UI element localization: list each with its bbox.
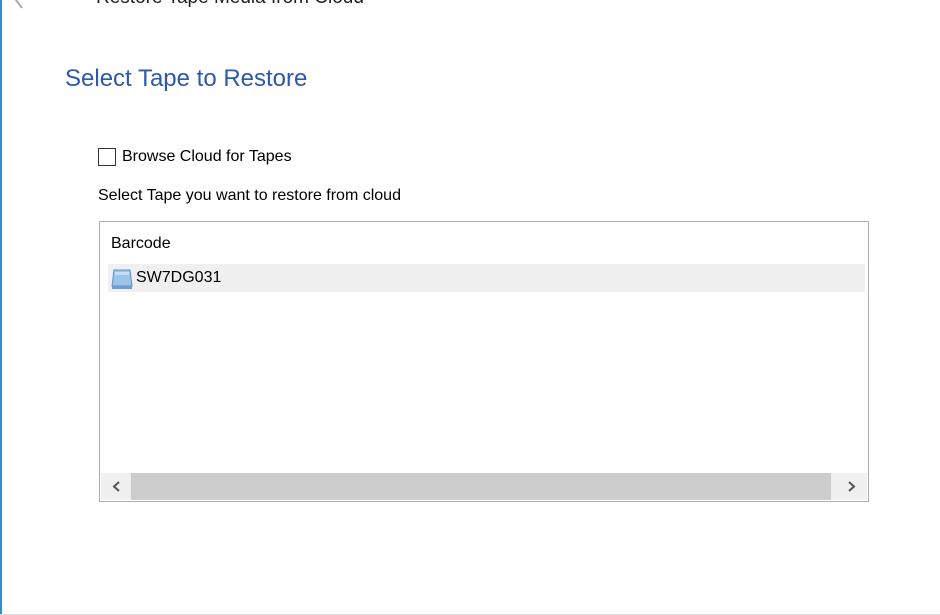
- scroll-left-button[interactable]: [101, 473, 131, 500]
- tape-barcode: SW7DG031: [136, 269, 222, 286]
- page-title: Select Tape to Restore: [65, 65, 308, 92]
- scrollbar-thumb[interactable]: [131, 473, 831, 500]
- tape-icon: [111, 269, 133, 289]
- scroll-right-button[interactable]: [837, 473, 867, 500]
- browse-cloud-checkbox[interactable]: [98, 148, 116, 166]
- browse-cloud-label[interactable]: Browse Cloud for Tapes: [122, 148, 292, 166]
- chevron-left-icon: [112, 481, 120, 492]
- window-left-border: [0, 0, 2, 615]
- window-title: Restore Tape Media from Cloud: [96, 0, 364, 9]
- chevron-right-icon: [848, 481, 856, 492]
- browse-cloud-option[interactable]: Browse Cloud for Tapes: [98, 146, 292, 168]
- tape-list[interactable]: Barcode SW7DG031: [99, 221, 869, 502]
- instruction-text: Select Tape you want to restore from clo…: [98, 187, 401, 204]
- tape-row[interactable]: SW7DG031: [108, 264, 865, 292]
- column-header-barcode[interactable]: Barcode: [111, 235, 171, 253]
- horizontal-scrollbar[interactable]: [101, 473, 867, 500]
- back-arrow-icon: [14, 0, 23, 9]
- back-button[interactable]: [8, 0, 32, 10]
